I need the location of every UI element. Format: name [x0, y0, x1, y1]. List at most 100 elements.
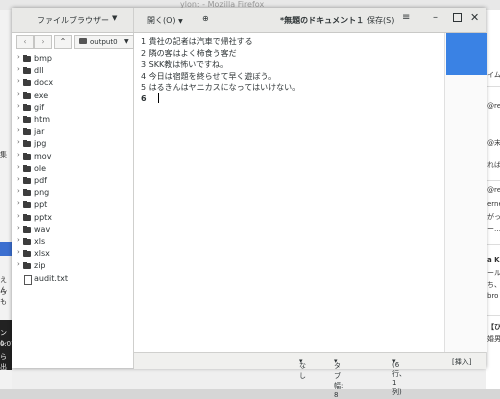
- text-editor[interactable]: 1 貴社の記者は汽車で帰社する 2 隣の客はよく柿食う客だ 3 SKK教は怖いですね…: [134, 33, 444, 352]
- minimap-viewport[interactable]: [446, 33, 487, 75]
- save-button[interactable]: 保存(S): [367, 15, 394, 26]
- background-divider: [486, 180, 500, 181]
- file-list-item[interactable]: › dll: [12, 65, 132, 77]
- header-divider: [133, 8, 134, 32]
- file-list-item[interactable]: › bmp: [12, 53, 132, 65]
- file-list-item[interactable]: › jpg: [12, 138, 132, 150]
- folder-icon: [23, 79, 31, 87]
- expander-icon[interactable]: ›: [17, 248, 20, 256]
- folder-icon: [23, 225, 31, 233]
- cursor-position[interactable]: (6行、1列) ▾: [392, 357, 406, 396]
- tab-width-label: タブ幅: 8: [334, 362, 344, 399]
- file-name: jpg: [34, 139, 47, 149]
- background-fragment: @re: [487, 102, 500, 110]
- gedit-window: ファイルブラウザー ▼ 開く(O) ▼ ⊕ *無題のドキュメント１ 保存(S) …: [12, 8, 487, 399]
- background-fragment: bro: [487, 292, 499, 300]
- expander-icon[interactable]: ›: [17, 224, 20, 232]
- expander-icon[interactable]: ›: [17, 65, 20, 73]
- file-list-item[interactable]: › gif: [12, 102, 132, 114]
- file-list-item[interactable]: › htm: [12, 114, 132, 126]
- file-list-item[interactable]: › ole: [12, 163, 132, 175]
- expander-icon[interactable]: ›: [17, 77, 20, 85]
- background-fragment: らも: [0, 288, 7, 306]
- new-tab-icon[interactable]: ⊕: [202, 14, 209, 23]
- file-list-item[interactable]: › png: [12, 187, 132, 199]
- background-right-strip: イム @re @末 れば @re erne がっ ー… a K ール ち、 br…: [486, 10, 500, 389]
- expander-icon[interactable]: ›: [17, 212, 20, 220]
- up-arrow-icon[interactable]: ⌃: [54, 35, 72, 49]
- background-fragment: ら出: [0, 353, 7, 371]
- folder-icon: [23, 140, 31, 148]
- background-fragment: 集: [0, 151, 7, 159]
- document-title: *無題のドキュメント１: [280, 16, 365, 25]
- minimap[interactable]: [444, 33, 487, 352]
- file-list-item[interactable]: › exe: [12, 90, 132, 102]
- expander-icon[interactable]: ›: [17, 187, 20, 195]
- tab-width-selector[interactable]: タブ幅: 8 ▾: [334, 357, 343, 399]
- folder-icon: [23, 250, 31, 258]
- expander-icon[interactable]: ›: [17, 102, 20, 110]
- file-browser-label[interactable]: ファイルブラウザー: [37, 15, 109, 26]
- minimize-icon[interactable]: –: [433, 12, 438, 23]
- file-name: exe: [34, 90, 49, 100]
- file-name: docx: [34, 78, 54, 88]
- background-fragment: ール: [487, 269, 500, 277]
- file-name: png: [34, 188, 50, 198]
- chevron-down-icon: ▼: [178, 18, 183, 25]
- file-list-item[interactable]: › xlsx: [12, 248, 132, 260]
- hamburger-menu-icon[interactable]: ≡: [402, 12, 410, 23]
- file-name: wav: [34, 224, 51, 234]
- file-list-item[interactable]: › docx: [12, 77, 132, 89]
- file-list-item[interactable]: › xls: [12, 236, 132, 248]
- language-selector[interactable]: なし ▾: [299, 357, 306, 380]
- background-fragment: れば: [487, 161, 500, 169]
- expander-icon[interactable]: ›: [17, 175, 20, 183]
- forward-icon[interactable]: ›: [34, 35, 52, 49]
- file-list-item[interactable]: › zip: [12, 260, 132, 272]
- open-button[interactable]: 開く(O) ▼: [147, 15, 183, 26]
- file-name: zip: [34, 261, 46, 271]
- background-fragment: イム: [487, 71, 500, 79]
- language-label: なし: [299, 362, 306, 380]
- expander-icon[interactable]: ›: [17, 199, 20, 207]
- expander-icon[interactable]: ›: [17, 260, 20, 268]
- expander-icon[interactable]: ›: [17, 126, 20, 134]
- path-selector[interactable]: output0 ▼: [74, 35, 134, 49]
- back-icon[interactable]: ‹: [16, 35, 34, 49]
- file-name: mov: [34, 151, 52, 161]
- file-name: audit.txt: [34, 273, 68, 283]
- file-name: ppt: [34, 200, 48, 210]
- chevron-down-icon[interactable]: ▼: [112, 14, 117, 22]
- expander-icon[interactable]: ›: [17, 114, 20, 122]
- expander-icon[interactable]: ›: [17, 90, 20, 98]
- file-list-item[interactable]: › wav: [12, 224, 132, 236]
- expander-icon[interactable]: ›: [17, 163, 20, 171]
- file-list-item[interactable]: › pdf: [12, 175, 132, 187]
- expander-icon[interactable]: ›: [17, 151, 20, 159]
- file-list-item[interactable]: › jar: [12, 126, 132, 138]
- background-left-strip: 集 えん らも ンレ 0.07 ら出: [0, 10, 16, 389]
- background-fragment: ー…: [487, 225, 500, 233]
- file-name: ole: [34, 163, 47, 173]
- background-fragment: erne: [487, 200, 500, 208]
- background-fragment: @re: [487, 186, 500, 194]
- file-list-item[interactable]: › mov: [12, 151, 132, 163]
- close-icon[interactable]: ✕: [470, 11, 479, 24]
- file-browser-panel: ‹ › ⌃ output0 ▼ › bmp › dll › docx › exe › gif › ht…: [12, 33, 134, 368]
- maximize-icon[interactable]: [453, 13, 462, 22]
- background-fragment: @末: [487, 139, 500, 147]
- file-name: pptx: [34, 212, 53, 222]
- header-bar: ファイルブラウザー ▼ 開く(O) ▼ ⊕ *無題のドキュメント１ 保存(S) …: [12, 8, 486, 33]
- background-blue-block: [0, 242, 12, 256]
- expander-icon[interactable]: ›: [17, 138, 20, 146]
- background-fragment: 【ひ: [487, 323, 500, 331]
- expander-icon[interactable]: ›: [17, 53, 20, 61]
- file-list-item[interactable]: audit.txt: [12, 273, 132, 285]
- file-name: pdf: [34, 176, 47, 185]
- file-list-item[interactable]: › pptx: [12, 212, 132, 224]
- expander-icon[interactable]: ›: [17, 236, 20, 244]
- file-name: bmp: [34, 54, 52, 63]
- file-list-item[interactable]: › ppt: [12, 199, 132, 211]
- cursor-position-label: (6行、1列): [392, 361, 406, 396]
- insert-mode[interactable]: [挿入]: [452, 357, 471, 367]
